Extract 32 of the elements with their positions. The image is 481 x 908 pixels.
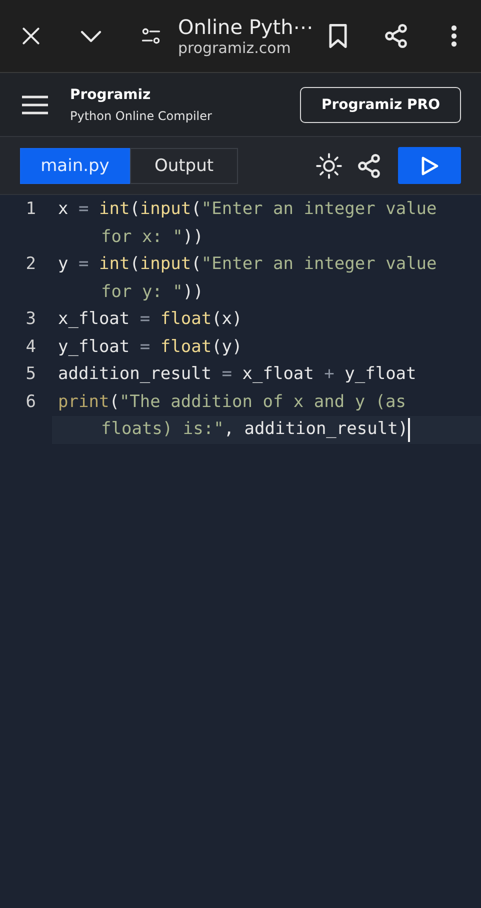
page-url: programiz.com	[178, 39, 292, 57]
line-number: 1	[24, 198, 37, 221]
run-button[interactable]	[398, 147, 461, 184]
code-line: for y: "))	[101, 280, 204, 304]
subtitle: Python Online Compiler	[70, 108, 213, 122]
close-icon[interactable]	[20, 25, 42, 47]
page-title: Online Pyth⋯	[178, 15, 314, 39]
text-cursor	[408, 418, 410, 442]
code-line: x = int(input("Enter an integer value	[58, 198, 437, 221]
logo[interactable]: Programiz	[70, 86, 300, 102]
code-line: y_float = float(y)	[58, 336, 242, 358]
line-number: 5	[24, 363, 37, 386]
line-number: 6	[24, 390, 37, 414]
code-line: x_float = float(x)	[58, 308, 242, 331]
line-number: 4	[24, 336, 37, 358]
line-number: 3	[24, 308, 37, 331]
code-line: for x: "))	[101, 226, 204, 248]
file-tab[interactable]: main.py	[20, 148, 130, 184]
line-number: 2	[24, 253, 37, 276]
bookmark-icon[interactable]	[327, 23, 349, 49]
menu-icon[interactable]	[22, 94, 48, 114]
file-tab[interactable]: Output	[130, 148, 238, 184]
share-icon[interactable]	[383, 23, 409, 49]
code-line: floats) is:", addition_result)	[101, 418, 408, 441]
pro-button[interactable]: Programiz PRO	[300, 86, 461, 122]
code-line: print("The addition of x and y (as	[58, 390, 406, 414]
code-line: y = int(input("Enter an integer value	[58, 253, 437, 276]
play-icon	[420, 156, 438, 176]
share-icon[interactable]	[356, 152, 382, 178]
code-line: addition_result = x_float + y_float	[58, 363, 416, 386]
more-icon[interactable]	[450, 24, 458, 48]
theme-sun-icon[interactable]	[316, 152, 342, 178]
